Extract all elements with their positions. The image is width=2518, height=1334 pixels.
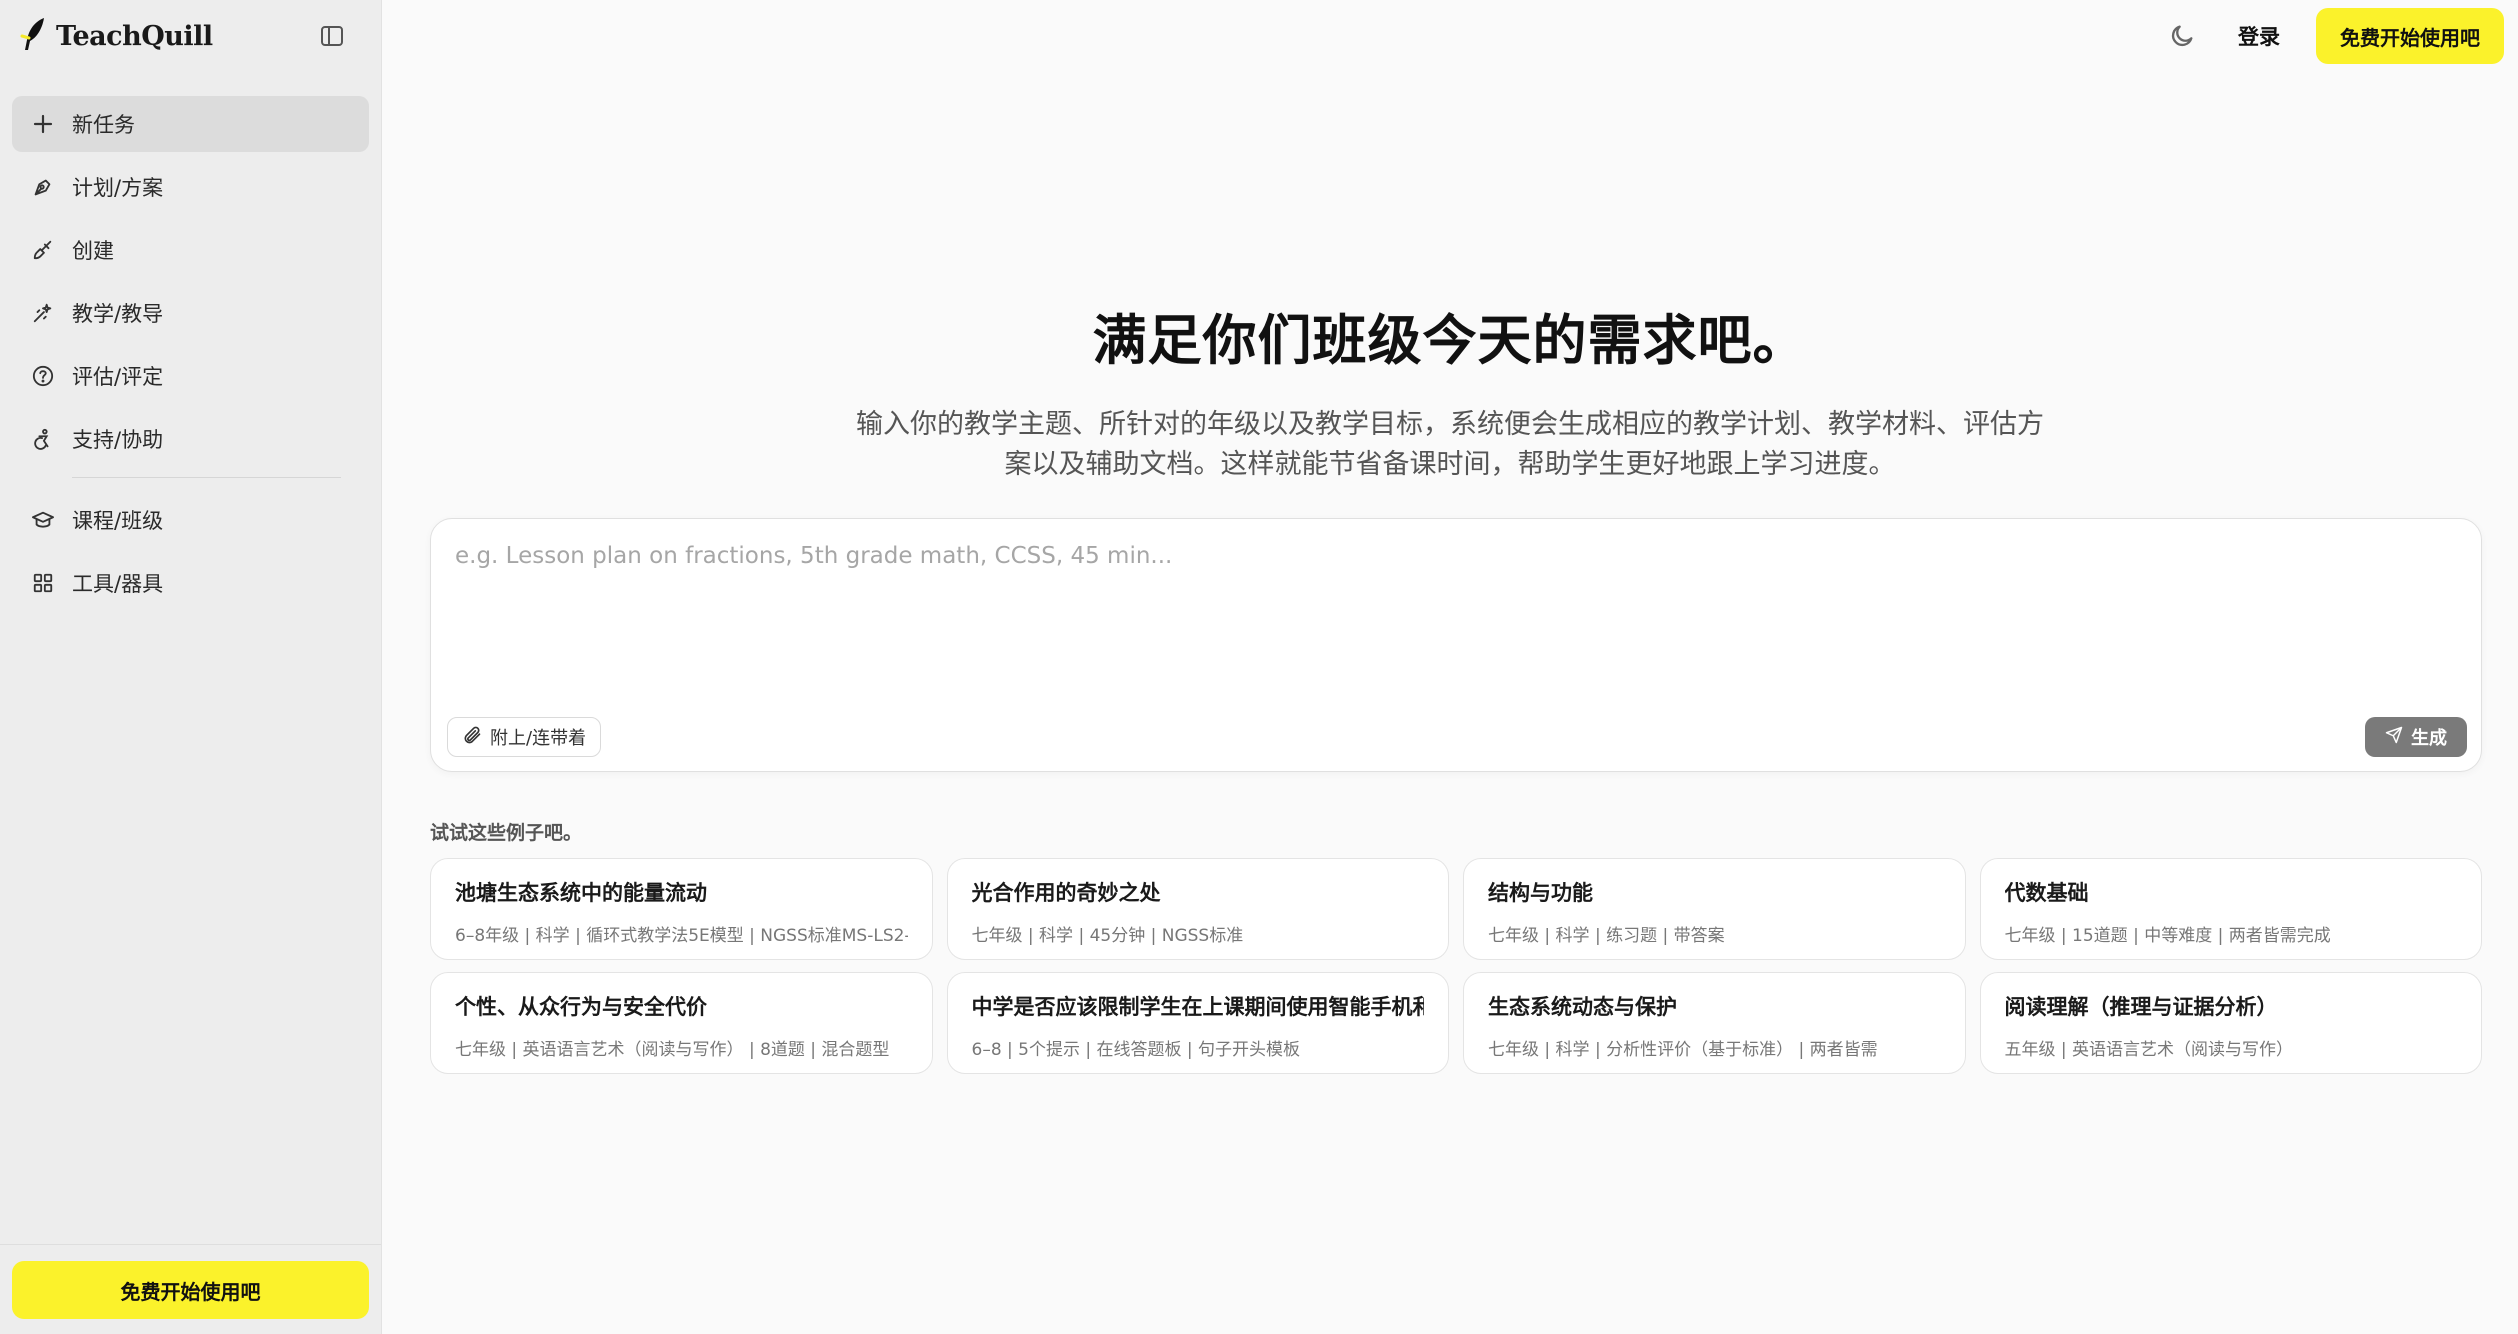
sidebar-item-label: 新任务 xyxy=(72,113,135,137)
logo[interactable]: TeachQuill xyxy=(20,16,213,56)
generate-button[interactable]: 生成 xyxy=(2365,717,2467,757)
sidebar-item-label: 评估/评定 xyxy=(72,365,164,389)
sidebar-item-courses[interactable]: 课程/班级 xyxy=(12,492,369,548)
example-card-meta: 七年级 | 英语语言艺术（阅读与写作） | 8道题 | 混合题型 xyxy=(455,1040,890,1060)
example-card-meta: 七年级 | 科学 | 45分钟 | NGSS标准 xyxy=(971,926,1244,946)
paintbrush-icon xyxy=(30,237,56,263)
example-card[interactable]: 生态系统动态与保护 七年级 | 科学 | 分析性评价（基于标准） | 两者皆需 xyxy=(1463,972,1966,1074)
main-content: 登录 免费开始使用吧 满足你们班级今天的需求吧。 输入你的教学主题、所针对的年级… xyxy=(382,0,2518,1334)
example-card-title: 代数基础 xyxy=(2004,881,2089,905)
sidebar-item-teach[interactable]: 教学/教导 xyxy=(12,285,369,341)
help-circle-icon xyxy=(30,363,56,389)
login-link[interactable]: 登录 xyxy=(2238,21,2280,51)
sidebar-item-label: 教学/教导 xyxy=(72,302,164,326)
sidebar-item-label: 支持/协助 xyxy=(72,428,164,452)
pen-tool-icon xyxy=(30,174,56,200)
example-card-meta: 五年级 | 英语语言艺术（阅读与写作） xyxy=(2004,1040,2294,1060)
example-card-meta: 6–8 | 5个提示 | 在线答题板 | 句子开头模板 xyxy=(971,1040,1301,1060)
sidebar-item-create[interactable]: 创建 xyxy=(12,222,369,278)
example-card-meta: 七年级 | 科学 | 分析性评价（基于标准） | 两者皆需 xyxy=(1488,1040,1878,1060)
sidebar-item-label: 计划/方案 xyxy=(72,176,164,200)
prompt-box: 附上/连带着 生成 xyxy=(430,518,2482,772)
header-cta-button[interactable]: 免费开始使用吧 xyxy=(2316,8,2504,64)
attach-label: 附上/连带着 xyxy=(490,728,587,749)
example-card-title: 个性、从众行为与安全代价 xyxy=(455,995,707,1019)
page-title: 满足你们班级今天的需求吧。 xyxy=(1092,309,1808,372)
sidebar-nav: 新任务 计划/方案 创建 教学/教导 评估/评定 支持/协助 课程/班级 工具/… xyxy=(0,96,381,611)
grid-icon xyxy=(30,570,56,596)
attach-button[interactable]: 附上/连带着 xyxy=(447,717,602,757)
example-card-title: 阅读理解（推理与证据分析） xyxy=(2004,995,2278,1019)
sidebar-item-assess[interactable]: 评估/评定 xyxy=(12,348,369,404)
example-card-meta: 七年级 | 科学 | 练习题 | 带答案 xyxy=(1488,926,1725,946)
sidebar-item-tools[interactable]: 工具/器具 xyxy=(12,555,369,611)
sidebar-footer: 免费开始使用吧 xyxy=(0,1244,381,1334)
example-card[interactable]: 光合作用的奇妙之处 七年级 | 科学 | 45分钟 | NGSS标准 xyxy=(946,858,1449,960)
graduation-cap-icon xyxy=(30,507,56,533)
sidebar: TeachQuill 新任务 计划/方案 创建 教学/教导 评估/评定 支持/协… xyxy=(0,0,382,1334)
hero: 满足你们班级今天的需求吧。 输入你的教学主题、所针对的年级以及教学目标，系统便会… xyxy=(382,296,2518,485)
example-card-meta: 6–8年级 | 科学 | 循环式教学法5E模型 | NGSS标准MS-LS2-3 xyxy=(455,926,908,946)
example-card-title: 池塘生态系统中的能量流动 xyxy=(455,881,707,905)
sidebar-item-support[interactable]: 支持/协助 xyxy=(12,411,369,467)
example-card-title: 结构与功能 xyxy=(1488,881,1593,905)
accessibility-icon xyxy=(30,426,56,452)
example-card-meta: 七年级 | 15道题 | 中等难度 | 两者皆需完成 xyxy=(2004,926,2331,946)
sidebar-toggle-icon[interactable] xyxy=(317,21,347,51)
sidebar-item-new-task[interactable]: 新任务 xyxy=(12,96,369,152)
sidebar-divider xyxy=(72,477,341,478)
moon-icon[interactable] xyxy=(2162,16,2202,56)
plus-icon xyxy=(30,111,56,137)
sidebar-item-label: 创建 xyxy=(72,239,114,263)
example-card[interactable]: 池塘生态系统中的能量流动 6–8年级 | 科学 | 循环式教学法5E模型 | N… xyxy=(430,858,933,960)
sidebar-item-label: 工具/器具 xyxy=(72,572,164,596)
example-card[interactable]: 个性、从众行为与安全代价 七年级 | 英语语言艺术（阅读与写作） | 8道题 |… xyxy=(430,972,933,1074)
paperclip-icon xyxy=(462,725,482,750)
example-card-title: 生态系统动态与保护 xyxy=(1488,995,1677,1019)
sparkles-icon xyxy=(30,300,56,326)
generate-label: 生成 xyxy=(2411,728,2447,749)
sidebar-cta-button[interactable]: 免费开始使用吧 xyxy=(12,1261,369,1319)
sidebar-item-plan[interactable]: 计划/方案 xyxy=(12,159,369,215)
top-bar: 登录 免费开始使用吧 xyxy=(382,0,2518,72)
app-name: TeachQuill xyxy=(56,20,213,52)
sidebar-item-label: 课程/班级 xyxy=(72,509,164,533)
quill-icon xyxy=(20,16,50,56)
prompt-input[interactable] xyxy=(455,543,2445,663)
examples-grid: 池塘生态系统中的能量流动 6–8年级 | 科学 | 循环式教学法5E模型 | N… xyxy=(430,858,2482,1074)
logo-row: TeachQuill xyxy=(0,0,381,72)
page-subtitle: 输入你的教学主题、所针对的年级以及教学目标，系统便会生成相应的教学计划、教学材料… xyxy=(856,409,2044,480)
app-root: TeachQuill 新任务 计划/方案 创建 教学/教导 评估/评定 支持/协… xyxy=(0,0,2518,1334)
examples-label: 试试这些例子吧。 xyxy=(430,822,583,844)
example-card-title: 中学是否应该限制学生在上课期间使用智能手机和社交 xyxy=(971,995,1425,1019)
example-card[interactable]: 阅读理解（推理与证据分析） 五年级 | 英语语言艺术（阅读与写作） xyxy=(1979,972,2482,1074)
send-icon xyxy=(2385,726,2403,749)
example-card[interactable]: 中学是否应该限制学生在上课期间使用智能手机和社交 6–8 | 5个提示 | 在线… xyxy=(946,972,1449,1074)
example-card-title: 光合作用的奇妙之处 xyxy=(971,881,1161,905)
example-card[interactable]: 结构与功能 七年级 | 科学 | 练习题 | 带答案 xyxy=(1463,858,1966,960)
example-card[interactable]: 代数基础 七年级 | 15道题 | 中等难度 | 两者皆需完成 xyxy=(1979,858,2482,960)
